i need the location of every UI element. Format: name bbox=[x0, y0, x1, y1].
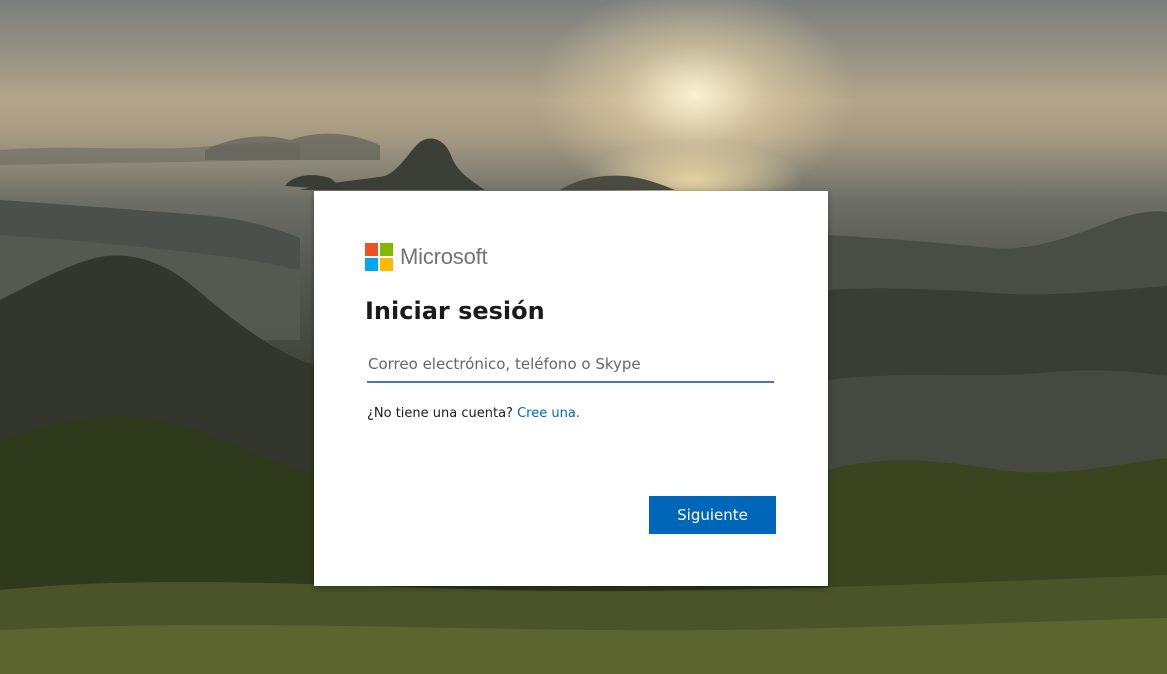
brand-name: Microsoft bbox=[400, 243, 488, 269]
logo-square-green bbox=[380, 242, 393, 256]
page-title: Iniciar sesión bbox=[365, 297, 545, 325]
logo-square-yellow bbox=[380, 257, 393, 271]
email-field[interactable] bbox=[367, 349, 775, 379]
logo-square-red bbox=[365, 242, 378, 256]
no-account-text: ¿No tiene una cuenta? bbox=[367, 406, 518, 421]
create-account-link[interactable]: Cree una. bbox=[517, 406, 580, 421]
signin-card: Microsoft Iniciar sesión ¿No tiene una c… bbox=[314, 191, 828, 586]
next-button[interactable]: Siguiente bbox=[649, 496, 776, 534]
microsoft-logo-icon bbox=[365, 242, 393, 271]
email-field-container bbox=[367, 349, 775, 383]
logo-square-blue bbox=[365, 257, 378, 271]
signup-prompt: ¿No tiene una cuenta? Cree una. bbox=[367, 406, 580, 421]
microsoft-brand: Microsoft bbox=[365, 242, 488, 271]
